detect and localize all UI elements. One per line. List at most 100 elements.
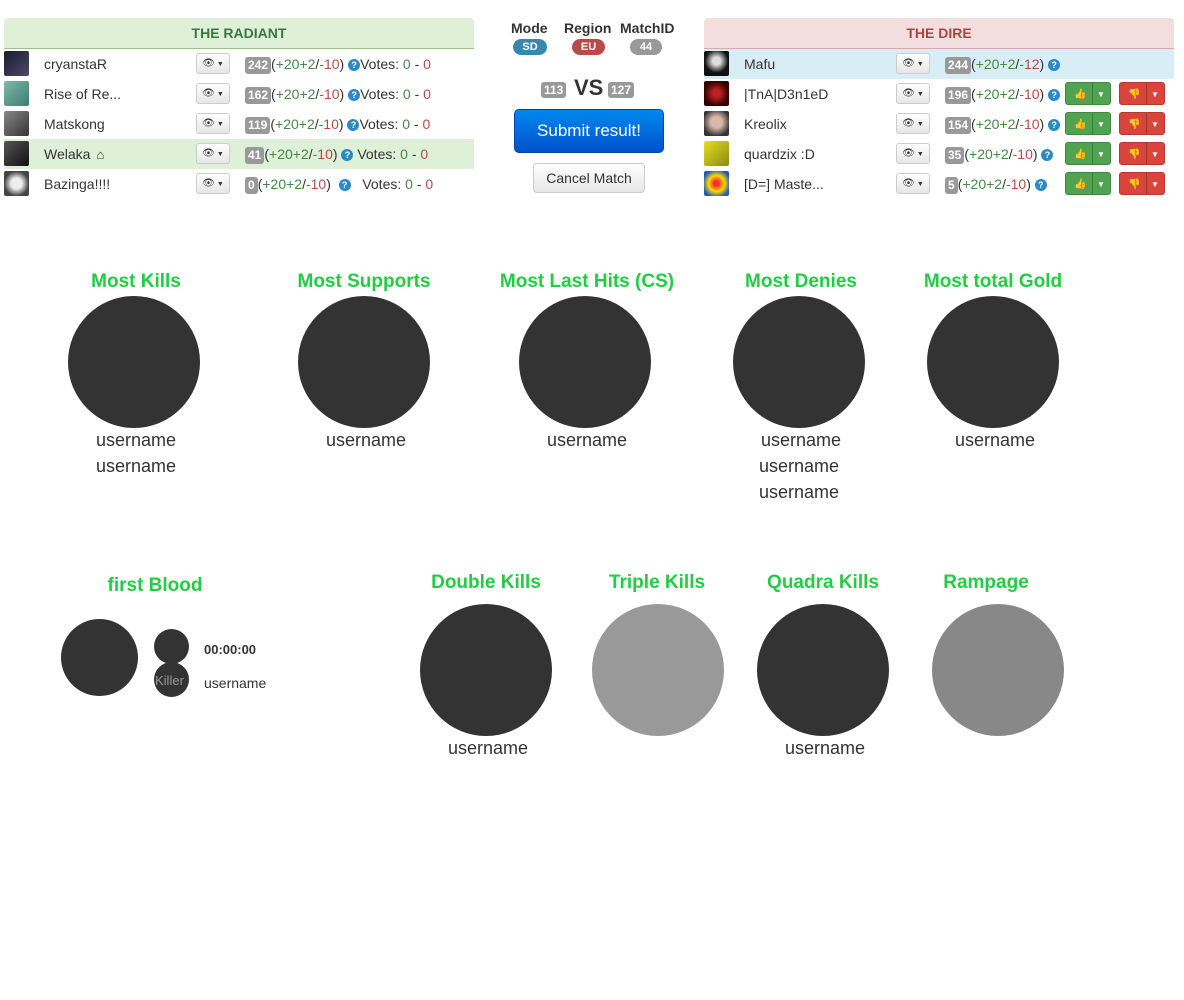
question-circle-icon[interactable]: ? xyxy=(341,149,354,161)
thumbs-up-icon: 👍 xyxy=(1074,119,1087,130)
mmr-gain: +20 xyxy=(269,146,293,162)
mmr-gain: +20 xyxy=(969,146,993,162)
most-denies-avatar xyxy=(733,296,865,428)
eye-icon: 👁 xyxy=(202,88,215,99)
view-player-dropdown-button[interactable]: 👁 ▼ xyxy=(896,83,930,104)
mmr-gain: +20 xyxy=(962,176,987,192)
mmr-bonus: +2 xyxy=(999,86,1016,102)
dire-player-row: quardzix :D 👁 ▼ 35 (+20+2/-10) ? 👍 ▼ 👎 ▼ xyxy=(704,139,1174,169)
question-circle-icon[interactable]: ? xyxy=(1048,59,1061,71)
most-kills-username: username xyxy=(95,456,177,476)
vote-up-button[interactable]: 👍 ▼ xyxy=(1065,172,1111,195)
thumbs-down-icon: 👎 xyxy=(1128,119,1141,130)
dire-player-row: Kreolix 👁 ▼ 154 (+20+2/-10) ? 👍 ▼ 👎 ▼ xyxy=(704,109,1174,139)
question-circle-icon[interactable]: ? xyxy=(348,59,361,71)
view-player-dropdown-button[interactable]: 👁 ▼ xyxy=(196,83,230,104)
question-circle-icon[interactable]: ? xyxy=(1048,119,1061,131)
eye-icon: 👁 xyxy=(202,148,215,159)
view-player-dropdown-button[interactable]: 👁 ▼ xyxy=(896,143,930,164)
most-denies-username: username xyxy=(760,430,842,450)
mmr-gain: +20 xyxy=(975,116,1000,132)
player-avatar xyxy=(704,111,729,136)
votes-down-count: 0 xyxy=(420,146,429,162)
player-mmr-badge: 41 xyxy=(245,147,265,164)
player-mmr-badge: 162 xyxy=(245,87,272,104)
caret-down-icon: ▼ xyxy=(216,121,224,128)
player-name[interactable]: quardzix :D xyxy=(744,146,815,162)
player-avatar xyxy=(704,141,729,166)
question-circle-icon[interactable]: ? xyxy=(338,179,351,191)
player-avatar xyxy=(704,171,729,196)
view-player-dropdown-button[interactable]: 👁 ▼ xyxy=(196,113,230,134)
player-name[interactable]: Welaka ⌂ xyxy=(44,146,104,162)
player-name[interactable]: Bazinga!!!! xyxy=(44,176,110,192)
vs-label: VS xyxy=(574,75,604,100)
player-mmr-badge: 196 xyxy=(945,87,972,104)
view-player-dropdown-button[interactable]: 👁 ▼ xyxy=(896,53,930,74)
most-denies-username: username xyxy=(758,456,840,476)
player-name[interactable]: [D=] Maste... xyxy=(744,176,824,192)
thumbs-up-icon: 👍 xyxy=(1074,179,1087,190)
player-mmr-badge: 154 xyxy=(945,117,972,134)
votes-up-count: 0 xyxy=(402,116,411,132)
vote-up-button[interactable]: 👍 ▼ xyxy=(1065,142,1111,165)
vote-down-button[interactable]: 👎 ▼ xyxy=(1119,112,1165,135)
view-player-dropdown-button[interactable]: 👁 ▼ xyxy=(196,143,230,164)
eye-icon: 👁 xyxy=(202,178,215,189)
mmr-bonus: +2 xyxy=(299,86,316,102)
vote-up-button[interactable]: 👍 ▼ xyxy=(1065,82,1111,105)
votes-up-count: 0 xyxy=(402,86,411,102)
caret-down-icon: ▼ xyxy=(1151,90,1159,99)
view-player-dropdown-button[interactable]: 👁 ▼ xyxy=(196,53,230,74)
question-circle-icon[interactable]: ? xyxy=(348,89,361,101)
question-circle-icon[interactable]: ? xyxy=(347,119,360,131)
player-avatar xyxy=(4,81,29,106)
player-avatar xyxy=(4,171,29,196)
player-mmr-badge: 0 xyxy=(245,177,258,194)
votes-up-count: 0 xyxy=(405,176,413,192)
question-circle-icon[interactable]: ? xyxy=(1048,89,1061,101)
player-avatar xyxy=(4,141,29,166)
eye-icon: 👁 xyxy=(902,88,915,99)
player-avatar xyxy=(4,51,29,76)
votes-down-count: 0 xyxy=(423,86,431,102)
dire-team-panel: THE DIRE Mafu 👁 ▼ 244 (+20+2/-12) ? |TnA|D… xyxy=(704,18,1174,199)
player-mmr-badge: 5 xyxy=(945,177,958,194)
cancel-match-button[interactable]: Cancel Match xyxy=(533,163,645,193)
first-blood-username: username xyxy=(204,675,267,691)
player-name[interactable]: Rise of Re... xyxy=(44,86,121,102)
most-gold-title: Most total Gold xyxy=(923,271,1063,292)
most-last-hits-avatar xyxy=(519,296,651,428)
player-name[interactable]: cryanstaR xyxy=(44,56,107,72)
most-last-hits-title: Most Last Hits (CS) xyxy=(499,271,675,292)
home-icon: ⌂ xyxy=(96,147,105,162)
submit-result-button[interactable]: Submit result! xyxy=(514,109,664,153)
caret-down-icon: ▼ xyxy=(1097,180,1105,189)
caret-down-icon: ▼ xyxy=(916,151,924,158)
most-kills-avatar xyxy=(68,296,200,428)
mmr-bonus: +2 xyxy=(999,56,1016,72)
view-player-dropdown-button[interactable]: 👁 ▼ xyxy=(196,173,230,194)
player-name[interactable]: Matskong xyxy=(44,116,105,132)
caret-down-icon: ▼ xyxy=(1097,150,1105,159)
player-avatar xyxy=(4,111,29,136)
quadra-kills-title: Quadra Kills xyxy=(767,572,879,593)
votes-down-count: 0 xyxy=(423,56,431,72)
view-player-dropdown-button[interactable]: 👁 ▼ xyxy=(896,113,930,134)
player-name[interactable]: Kreolix xyxy=(744,116,787,132)
player-name-text[interactable]: Welaka xyxy=(44,146,90,162)
view-player-dropdown-button[interactable]: 👁 ▼ xyxy=(896,173,930,194)
eye-icon: 👁 xyxy=(902,178,915,189)
player-name[interactable]: Mafu xyxy=(744,56,775,72)
player-mmr-badge: 119 xyxy=(245,117,271,134)
vote-down-button[interactable]: 👎 ▼ xyxy=(1119,142,1165,165)
question-circle-icon[interactable]: ? xyxy=(1041,149,1054,161)
vote-down-button[interactable]: 👎 ▼ xyxy=(1119,82,1165,105)
vote-up-button[interactable]: 👍 ▼ xyxy=(1065,112,1111,135)
question-circle-icon[interactable]: ? xyxy=(1034,179,1047,191)
most-supports-username: username xyxy=(325,430,407,450)
votes-label: Votes: xyxy=(359,116,399,132)
vote-down-button[interactable]: 👎 ▼ xyxy=(1119,172,1165,195)
mmr-bonus: +2 xyxy=(999,116,1016,132)
player-name[interactable]: |TnA|D3n1eD xyxy=(744,86,828,102)
